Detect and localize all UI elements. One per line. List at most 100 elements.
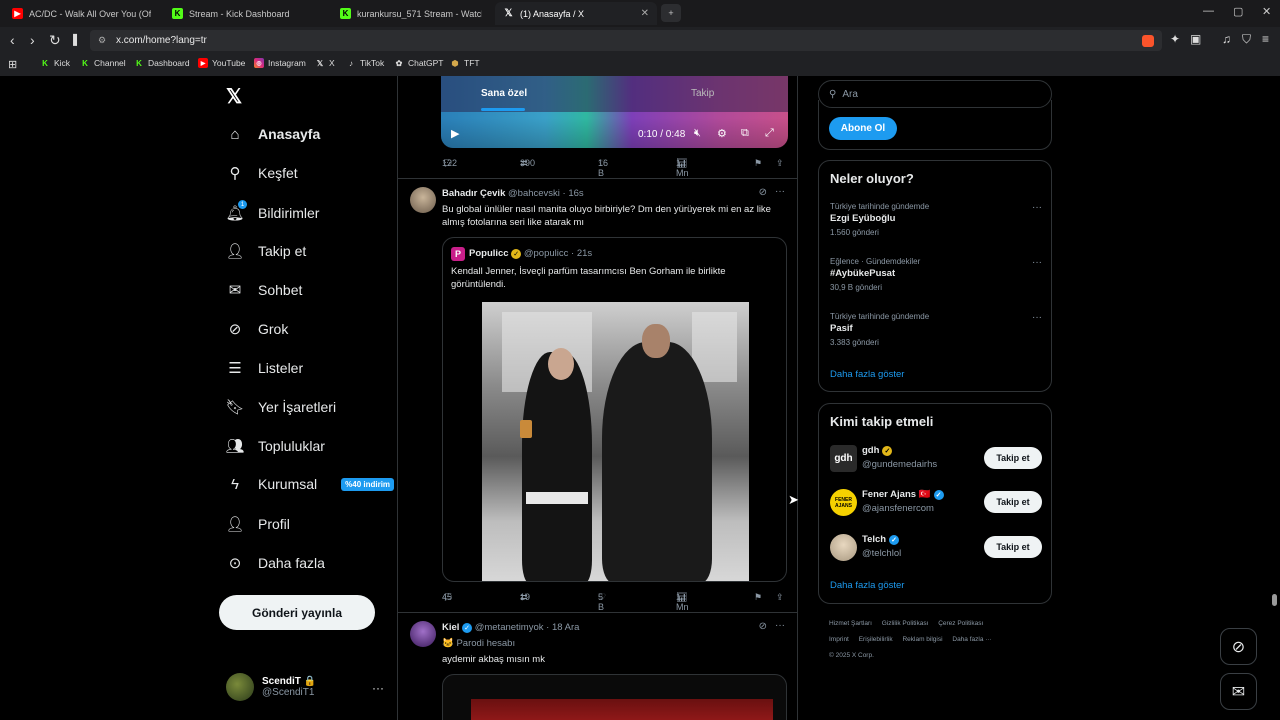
- tweet-media[interactable]: [442, 674, 787, 720]
- grok-icon[interactable]: ⊘: [759, 187, 767, 198]
- tab-following[interactable]: Takip: [691, 88, 714, 99]
- video-player[interactable]: Sana özel Takip ▶ 0:10 / 0:48 🔇︎ ⚙ ⧉ ⤢: [441, 76, 788, 148]
- extensions-icon[interactable]: ✦: [1170, 32, 1180, 46]
- close-window-icon[interactable]: ✕: [1262, 5, 1271, 18]
- quoted-tweet[interactable]: P Populicc ✓ @populicc · 21s Kendall Jen…: [442, 237, 787, 582]
- avatar[interactable]: [410, 621, 436, 647]
- forward-icon[interactable]: ›: [30, 32, 35, 48]
- share-icon[interactable]: ⇪: [776, 592, 784, 603]
- trend-item[interactable]: Eğlence · Gündemdekiler #AybükePusat 30,…: [830, 257, 1042, 292]
- follow-button[interactable]: Takip et: [984, 491, 1042, 513]
- minimize-icon[interactable]: —: [1203, 5, 1214, 17]
- tab-kick-dashboard[interactable]: K Stream - Kick Dashboard: [164, 2, 327, 25]
- post-button[interactable]: Gönderi yayınla: [219, 595, 375, 630]
- footer-link[interactable]: Imprint: [829, 636, 849, 643]
- tweet-photo[interactable]: [482, 302, 749, 581]
- sidebar-item-lists[interactable]: ☰ Listeler: [226, 359, 303, 377]
- sidebar-item-bookmarks[interactable]: 🔖︎ Yer İşaretleri: [225, 398, 336, 416]
- follow-button[interactable]: Takip et: [984, 447, 1042, 469]
- sidebar-item-chat[interactable]: ✉ Sohbet: [226, 281, 303, 299]
- play-icon[interactable]: ▶: [451, 127, 459, 140]
- sidebar-item-follow[interactable]: 👤︎ Takip et: [225, 242, 306, 260]
- bookmark-youtube[interactable]: ▶ YouTube: [198, 58, 245, 68]
- media-thumbnail: [471, 699, 773, 720]
- bookmark-dashboard[interactable]: K Dashboard: [134, 58, 189, 68]
- sidebar-item-communities[interactable]: 👥︎ Topluluklar: [225, 437, 324, 455]
- share-icon[interactable]: ⇪: [776, 158, 784, 169]
- tab-x-home[interactable]: 𝕏 (1) Anasayfa / X ✕: [495, 2, 657, 25]
- more-options-icon[interactable]: ···: [1032, 202, 1042, 213]
- follow-suggestion[interactable]: Telch ✓ @telchlol Takip et: [830, 532, 1042, 562]
- scrollbar-thumb[interactable]: [1272, 594, 1277, 606]
- bookmark-channel[interactable]: K Channel: [80, 58, 126, 68]
- subscribe-button[interactable]: Abone Ol: [829, 117, 897, 140]
- bookmark-chatgpt[interactable]: ✿ ChatGPT: [394, 58, 444, 68]
- settings-icon[interactable]: ⚙: [717, 127, 727, 140]
- tweet-handle[interactable]: @metanetimyok · 18 Ara: [475, 622, 580, 633]
- bookmark-icon[interactable]: ⚑: [754, 158, 762, 169]
- mute-icon[interactable]: 🔇︎: [694, 127, 701, 140]
- bookmark-tft[interactable]: ⬢ TFT: [450, 58, 480, 68]
- show-more-suggestions[interactable]: Daha fazla göster: [830, 580, 904, 591]
- sidebar-item-profile[interactable]: 👤︎ Profil: [225, 515, 289, 533]
- tab-for-you[interactable]: Sana özel: [481, 88, 527, 99]
- bookmark-tiktok[interactable]: ♪ TikTok: [346, 58, 384, 68]
- vpn-icon[interactable]: ⛉: [1242, 32, 1251, 47]
- tweet-author[interactable]: Kiel: [442, 622, 459, 633]
- bookmark-instagram[interactable]: ◎ Instagram: [254, 58, 306, 68]
- footer-link[interactable]: Gizlilik Politikası: [882, 620, 929, 627]
- grok-icon[interactable]: ⊘: [759, 621, 767, 632]
- more-options-icon[interactable]: ···: [775, 620, 785, 631]
- fullscreen-icon[interactable]: ⤢: [765, 127, 774, 140]
- bookmark-x[interactable]: 𝕏X: [315, 58, 335, 68]
- trend-item[interactable]: Türkiye tarihinde gündemde Ezgi Eyüboğlu…: [830, 202, 1042, 237]
- reload-icon[interactable]: ↻: [49, 32, 61, 49]
- apps-icon[interactable]: ⊞: [8, 58, 17, 71]
- maximize-icon[interactable]: ▢: [1233, 5, 1243, 18]
- media-icon[interactable]: ♫: [1222, 32, 1231, 46]
- brave-shield-icon[interactable]: [1142, 34, 1154, 47]
- trend-item[interactable]: Türkiye tarihinde gündemde Pasif 3.383 g…: [830, 312, 1042, 347]
- sidebar-icon[interactable]: ▣: [1190, 32, 1201, 46]
- grok-fab[interactable]: ⊘: [1220, 628, 1257, 665]
- footer-link[interactable]: Hizmet Şartları: [829, 620, 872, 627]
- follow-suggestion[interactable]: FENER AJANS Fener Ajans 🇹🇷 ✓ @ajansfenerc…: [830, 487, 1042, 517]
- sidebar-item-explore[interactable]: ⚲ Keşfet: [226, 164, 298, 182]
- close-tab-icon[interactable]: ✕: [641, 8, 649, 19]
- bookmark-page-icon[interactable]: ❚: [70, 32, 80, 46]
- follow-suggestion[interactable]: gdh gdh ✓ @gundemedairhs Takip et: [830, 443, 1042, 473]
- sidebar-item-more[interactable]: ⊙ Daha fazla: [226, 554, 325, 572]
- site-settings-icon[interactable]: ⚙: [98, 35, 106, 46]
- back-icon[interactable]: ‹: [10, 32, 15, 48]
- footer-link[interactable]: Erişilebilirlik: [859, 636, 893, 643]
- bookmark-icon[interactable]: ⚑: [754, 592, 762, 603]
- tab-kick-stream[interactable]: K kurankursu_571 Stream - Watch Live: [332, 2, 490, 25]
- more-options-icon[interactable]: ···: [1032, 312, 1042, 323]
- scrollbar[interactable]: [1271, 76, 1278, 720]
- account-more-icon[interactable]: ···: [372, 681, 384, 695]
- kick-icon: K: [82, 58, 88, 68]
- show-more-trends[interactable]: Daha fazla göster: [830, 369, 904, 380]
- follow-button[interactable]: Takip et: [984, 536, 1042, 558]
- footer-link[interactable]: Daha fazla ···: [952, 636, 991, 643]
- address-bar[interactable]: ⚙ x.com/home?lang=tr: [90, 30, 1162, 51]
- footer-link[interactable]: Çerez Politikası: [938, 620, 983, 627]
- x-logo[interactable]: 𝕏: [226, 84, 242, 109]
- tweet-author[interactable]: Bahadır Çevik: [442, 188, 505, 199]
- sidebar-item-home[interactable]: ⌂ Anasayfa: [226, 125, 320, 143]
- account-switcher[interactable]: ScendiT 🔒 @ScendiT1: [226, 673, 316, 701]
- tweet-handle[interactable]: @bahcevski · 16s: [508, 188, 584, 199]
- messages-fab[interactable]: ✉: [1220, 673, 1257, 710]
- pip-icon[interactable]: ⧉: [741, 127, 749, 140]
- sidebar-item-grok[interactable]: ⊘ Grok: [226, 320, 289, 338]
- more-options-icon[interactable]: ···: [775, 186, 785, 197]
- new-tab-button[interactable]: +: [661, 4, 681, 22]
- sidebar-item-business[interactable]: ϟ Kurumsal %40 indirim: [226, 475, 395, 493]
- sidebar-item-notifications[interactable]: 🔔︎ 1 Bildirimler: [225, 200, 319, 222]
- avatar[interactable]: [410, 187, 436, 213]
- bookmark-kick[interactable]: K Kick: [40, 58, 70, 68]
- tab-acdc[interactable]: ▶ AC/DC - Walk All Over You (Offic: [4, 2, 159, 25]
- more-options-icon[interactable]: ···: [1032, 257, 1042, 268]
- menu-icon[interactable]: ≡: [1262, 32, 1269, 46]
- footer-link[interactable]: Reklam bilgisi: [902, 636, 942, 643]
